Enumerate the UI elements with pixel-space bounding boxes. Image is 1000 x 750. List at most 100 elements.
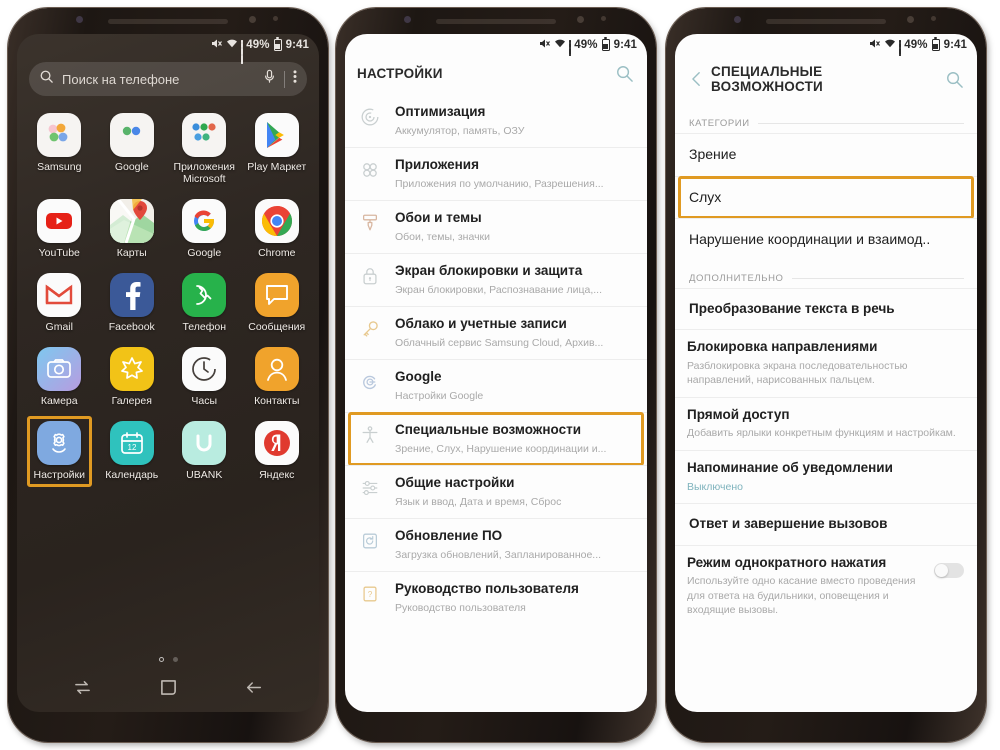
accessibility-icon <box>357 422 383 445</box>
app-phone[interactable]: Телефон <box>168 268 241 338</box>
settings-list: Оптимизация Аккумулятор, память, ОЗУ При… <box>345 95 647 712</box>
row-text: Обновление ПО Загрузка обновлений, Запла… <box>395 528 634 562</box>
clock-time: 9:41 <box>943 39 967 51</box>
accessibility-row-vision[interactable]: Зрение <box>675 133 977 176</box>
app-camera[interactable]: Камера <box>23 342 96 412</box>
app-maps[interactable]: Карты <box>96 194 169 264</box>
clock-icon <box>182 347 227 392</box>
clock-time: 9:41 <box>613 39 637 51</box>
home-icon[interactable] <box>160 679 177 701</box>
settings-row-lockscreen[interactable]: Экран блокировки и защита Экран блокиров… <box>345 253 647 307</box>
wallpaper-icon <box>357 210 383 233</box>
row-text: Блокировка направлениями Разблокировка э… <box>687 339 964 387</box>
app-ubank[interactable]: UBANK <box>168 416 241 486</box>
phone-3-accessibility-screen: 49% 9:41 СПЕЦИАЛЬНЫЕ ВОЗМОЖНОСТИ КАТЕГОР… <box>666 8 986 742</box>
status-bar-2: 49% 9:41 <box>345 34 647 64</box>
row-subtitle: Аккумулятор, память, ОЗУ <box>395 124 525 137</box>
settings-row-cloud-accounts[interactable]: Облако и учетные записи Облачный сервис … <box>345 306 647 360</box>
row-subtitle: Разблокировка экрана последовательностью… <box>687 360 908 387</box>
iris-sensor-icon <box>931 16 936 21</box>
app-label: Календарь <box>105 469 159 482</box>
settings-row-apps[interactable]: Приложения Приложения по умолчанию, Разр… <box>345 147 647 201</box>
back-chevron-icon[interactable] <box>687 71 705 87</box>
row-text: Облако и учетные записи Облачный сервис … <box>395 316 634 350</box>
row-title: Зрение <box>689 146 737 162</box>
settings-gear-icon <box>37 421 82 466</box>
app-google-folder[interactable]: Google <box>96 108 169 190</box>
app-yandex[interactable]: Яндекс <box>241 416 314 486</box>
google-folder-icon <box>109 113 154 157</box>
search-icon[interactable] <box>943 70 965 89</box>
row-text: Приложения Приложения по умолчанию, Разр… <box>395 157 634 191</box>
row-subtitle: Язык и ввод, Дата и время, Сброс <box>395 496 562 509</box>
row-text: Руководство пользователя Руководство пол… <box>395 581 634 615</box>
accessibility-row-direct-access[interactable]: Прямой доступ Добавить ярлыки конкретным… <box>675 396 977 450</box>
phone-1-home-screen: 49% 9:41 Поиск на телефоне Samsung Googl… <box>8 8 328 742</box>
play-store-icon <box>254 113 299 157</box>
home-screen: 49% 9:41 Поиск на телефоне Samsung Googl… <box>17 34 319 712</box>
back-icon[interactable] <box>245 679 263 701</box>
app-clock[interactable]: Часы <box>168 342 241 412</box>
accessibility-row-tts[interactable]: Преобразование текста в речь <box>675 287 977 330</box>
phone-2-settings-screen: 49% 9:41 НАСТРОЙКИ Оптимизация Аккумулят… <box>336 8 656 742</box>
gallery-icon <box>109 347 154 392</box>
iris-sensor-icon <box>601 16 606 21</box>
accessibility-row-single-tap-mode[interactable]: Режим однократного нажатия Используйте о… <box>675 544 977 626</box>
battery-percent: 49% <box>246 39 270 51</box>
accessibility-row-dexterity[interactable]: Нарушение координации и взаимод.. <box>675 218 977 261</box>
row-subtitle: Обои, темы, значки <box>395 230 491 243</box>
accessibility-row-direction-lock[interactable]: Блокировка направлениями Разблокировка э… <box>675 329 977 397</box>
ubank-icon <box>182 421 227 466</box>
search-bar[interactable]: Поиск на телефоне <box>29 62 307 96</box>
search-input[interactable]: Поиск на телефоне <box>62 72 255 87</box>
app-chrome[interactable]: Chrome <box>241 194 314 264</box>
app-youtube[interactable]: YouTube <box>23 194 96 264</box>
iris-sensor-icon <box>273 16 278 21</box>
app-label: Карты <box>116 247 147 260</box>
section-divider <box>757 123 964 124</box>
app-settings[interactable]: Настройки <box>23 416 96 488</box>
settings-row-software-update[interactable]: Обновление ПО Загрузка обновлений, Запла… <box>345 518 647 572</box>
battery-icon <box>273 37 282 51</box>
settings-row-accessibility[interactable]: Специальные возможности Зрение, Слух, На… <box>345 412 647 467</box>
row-text: Обои и темы Обои, темы, значки <box>395 210 634 244</box>
app-calendar[interactable]: 12 Календарь <box>96 416 169 486</box>
accessibility-row-hearing[interactable]: Слух <box>675 175 977 219</box>
recents-icon[interactable] <box>73 679 92 701</box>
app-facebook[interactable]: Facebook <box>96 268 169 338</box>
more-vertical-icon[interactable] <box>293 69 297 89</box>
settings-row-optimization[interactable]: Оптимизация Аккумулятор, память, ОЗУ <box>345 95 647 148</box>
accessibility-row-notification-reminder[interactable]: Напоминание об уведомлении Выключено <box>675 449 977 503</box>
section-header-categories: КАТЕГОРИИ <box>675 106 977 133</box>
row-title: Блокировка направлениями <box>687 339 878 355</box>
divider <box>284 70 285 88</box>
accessibility-row-answer-end-calls[interactable]: Ответ и завершение вызовов <box>675 502 977 545</box>
app-messages[interactable]: Сообщения <box>241 268 314 338</box>
settings-screen: 49% 9:41 НАСТРОЙКИ Оптимизация Аккумулят… <box>345 34 647 712</box>
settings-row-general[interactable]: Общие настройки Язык и ввод, Дата и врем… <box>345 465 647 519</box>
app-gmail[interactable]: Gmail <box>23 268 96 338</box>
app-grid: Samsung Google Приложения Microsoft Play… <box>17 96 319 657</box>
app-label: Галерея <box>111 395 152 408</box>
app-label: UBANK <box>186 469 223 482</box>
page-dot[interactable] <box>172 657 178 662</box>
app-microsoft-folder[interactable]: Приложения Microsoft <box>168 108 241 190</box>
app-google[interactable]: Google <box>168 194 241 264</box>
app-gallery[interactable]: Галерея <box>96 342 169 412</box>
screen-1: 49% 9:41 Поиск на телефоне Samsung Googl… <box>17 34 319 712</box>
app-contacts[interactable]: Контакты <box>241 342 314 412</box>
settings-row-wallpapers[interactable]: Обои и темы Обои, темы, значки <box>345 200 647 254</box>
search-icon[interactable] <box>613 64 635 83</box>
settings-row-google[interactable]: Google Настройки Google <box>345 359 647 413</box>
microphone-icon[interactable] <box>263 69 276 89</box>
svg-text:?: ? <box>368 591 373 600</box>
page-dot-active[interactable] <box>158 657 164 662</box>
three-phone-screenshot: 49% 9:41 Поиск на телефоне Samsung Googl… <box>0 0 1000 750</box>
app-samsung[interactable]: Samsung <box>23 108 96 190</box>
settings-row-user-manual[interactable]: ? Руководство пользователя Руководство п… <box>345 571 647 625</box>
app-play-market[interactable]: Play Маркет <box>241 108 314 190</box>
clock-time: 9:41 <box>285 39 309 51</box>
row-text: Экран блокировки и защита Экран блокиров… <box>395 263 634 297</box>
single-tap-mode-toggle[interactable] <box>934 562 964 578</box>
mute-icon <box>539 38 551 52</box>
